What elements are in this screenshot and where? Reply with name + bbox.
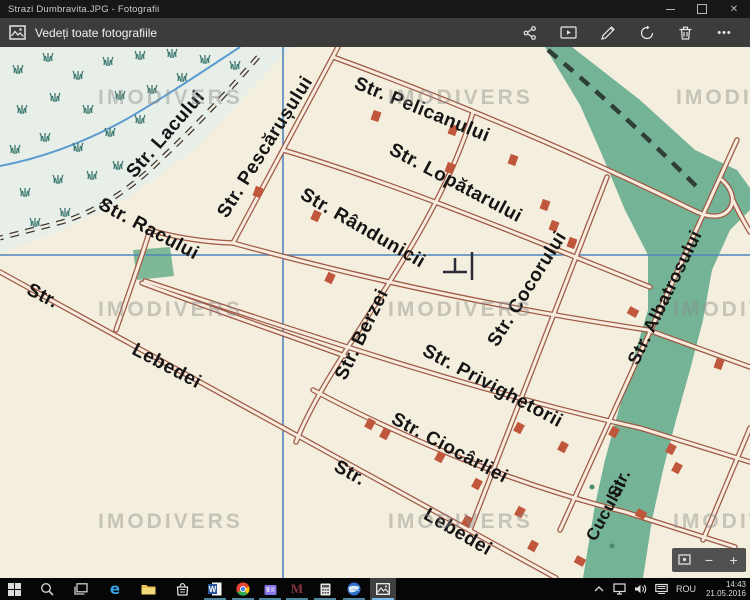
watermark-text: IMODIVERS bbox=[388, 510, 533, 533]
windows-logo-icon bbox=[8, 583, 21, 596]
slideshow-icon bbox=[560, 25, 577, 40]
fit-to-screen-button[interactable] bbox=[674, 553, 694, 567]
search-button[interactable] bbox=[34, 578, 60, 600]
taskbar-calculator[interactable] bbox=[312, 578, 338, 600]
zoom-controls: − + bbox=[672, 548, 746, 572]
watermark-text: IMODIVERS bbox=[673, 298, 750, 321]
taskbar-google-earth[interactable] bbox=[341, 578, 367, 600]
tree-dot bbox=[590, 485, 595, 490]
store-bag-icon bbox=[176, 583, 189, 596]
search-icon bbox=[40, 582, 54, 596]
speaker-icon bbox=[634, 583, 647, 595]
maximize-button[interactable] bbox=[686, 0, 718, 18]
taskbar-chrome[interactable] bbox=[230, 578, 256, 600]
start-button[interactable] bbox=[1, 578, 27, 600]
taskbar-app-m[interactable]: M bbox=[284, 578, 310, 600]
fit-screen-icon bbox=[678, 554, 691, 565]
watermark-text: IMODIVERS bbox=[676, 86, 750, 109]
see-all-photos-button[interactable]: Vedeți toate fotografiile bbox=[0, 25, 157, 40]
tray-app-indicator[interactable] bbox=[651, 578, 672, 600]
task-view-button[interactable] bbox=[68, 578, 94, 600]
watermark-text: IMODIVERS bbox=[98, 86, 243, 109]
window-controls: ✕ bbox=[654, 0, 750, 18]
minimize-icon bbox=[666, 9, 675, 10]
rotate-button[interactable] bbox=[627, 18, 666, 47]
volume-indicator[interactable] bbox=[630, 578, 651, 600]
chrome-icon bbox=[236, 582, 250, 596]
photo-thumbnail-icon bbox=[9, 25, 26, 40]
watermark-text: IMODIVERS bbox=[98, 298, 243, 321]
rotate-icon bbox=[639, 25, 655, 41]
minimize-button[interactable] bbox=[654, 0, 686, 18]
photos-icon bbox=[376, 583, 390, 595]
network-monitor-icon bbox=[613, 583, 627, 595]
clock[interactable]: 14:43 21.05.2016 bbox=[700, 580, 750, 598]
taskbar-photos[interactable] bbox=[370, 578, 396, 600]
ellipsis-icon: ••• bbox=[717, 27, 732, 39]
google-earth-icon bbox=[347, 582, 361, 596]
title-bar[interactable]: Strazi Dumbravita.JPG - Fotografii ✕ bbox=[0, 0, 750, 18]
close-icon: ✕ bbox=[730, 4, 738, 15]
edit-button[interactable] bbox=[588, 18, 627, 47]
maximize-icon bbox=[697, 4, 707, 14]
svg-text:W: W bbox=[209, 585, 217, 594]
m-app-icon: M bbox=[291, 581, 303, 597]
slideshow-button[interactable] bbox=[549, 18, 588, 47]
see-more-button[interactable]: ••• bbox=[705, 18, 744, 47]
language-indicator[interactable]: ROU bbox=[672, 584, 700, 594]
chevron-up-icon bbox=[594, 586, 604, 592]
window-title: Strazi Dumbravita.JPG - Fotografii bbox=[0, 4, 159, 15]
pencil-icon bbox=[600, 25, 616, 41]
photos-toolbar: Vedeți toate fotografiile bbox=[0, 18, 750, 47]
tree-dot bbox=[610, 544, 615, 549]
hidden-icons-button[interactable] bbox=[588, 578, 609, 600]
watermark-text: IMODIVERS bbox=[673, 510, 750, 533]
calculator-icon bbox=[320, 583, 331, 596]
delete-button[interactable] bbox=[666, 18, 705, 47]
folder-icon bbox=[141, 583, 156, 595]
purple-app-icon bbox=[264, 583, 277, 596]
clock-date: 21.05.2016 bbox=[700, 589, 746, 598]
watermark-text: IMODIVERS bbox=[98, 510, 243, 533]
word-icon: W bbox=[208, 582, 222, 596]
taskbar-app-purple[interactable] bbox=[257, 578, 283, 600]
map-svg: Str. PelicanuluiStr. LopătaruluiStr. Rân… bbox=[0, 47, 750, 578]
taskbar-word[interactable]: W bbox=[202, 578, 228, 600]
taskbar-edge[interactable]: e bbox=[102, 578, 128, 600]
zoom-out-button[interactable]: − bbox=[699, 553, 719, 567]
network-indicator[interactable] bbox=[609, 578, 630, 600]
map-photo[interactable]: Str. PelicanuluiStr. LopătaruluiStr. Rân… bbox=[0, 47, 750, 578]
toolbar-actions: ••• bbox=[510, 18, 750, 47]
taskbar-file-explorer[interactable] bbox=[135, 578, 161, 600]
taskbar-store[interactable] bbox=[169, 578, 195, 600]
touch-keyboard-icon bbox=[655, 583, 668, 595]
photos-app-window: Str. PelicanuluiStr. LopătaruluiStr. Rân… bbox=[0, 0, 750, 600]
close-button[interactable]: ✕ bbox=[718, 0, 750, 18]
share-icon bbox=[522, 25, 538, 41]
share-button[interactable] bbox=[510, 18, 549, 47]
watermark-text: IMODIVERS bbox=[388, 298, 533, 321]
taskbar: e W bbox=[0, 578, 750, 600]
edge-icon: e bbox=[110, 580, 120, 598]
watermark-text: IMODIVERS bbox=[388, 86, 533, 109]
clock-time: 14:43 bbox=[700, 580, 746, 589]
task-view-icon bbox=[74, 583, 88, 595]
see-all-photos-label: Vedeți toate fotografiile bbox=[35, 26, 157, 40]
trash-icon bbox=[678, 25, 693, 41]
system-tray: ROU 14:43 21.05.2016 bbox=[588, 578, 750, 600]
zoom-in-button[interactable]: + bbox=[724, 553, 744, 567]
